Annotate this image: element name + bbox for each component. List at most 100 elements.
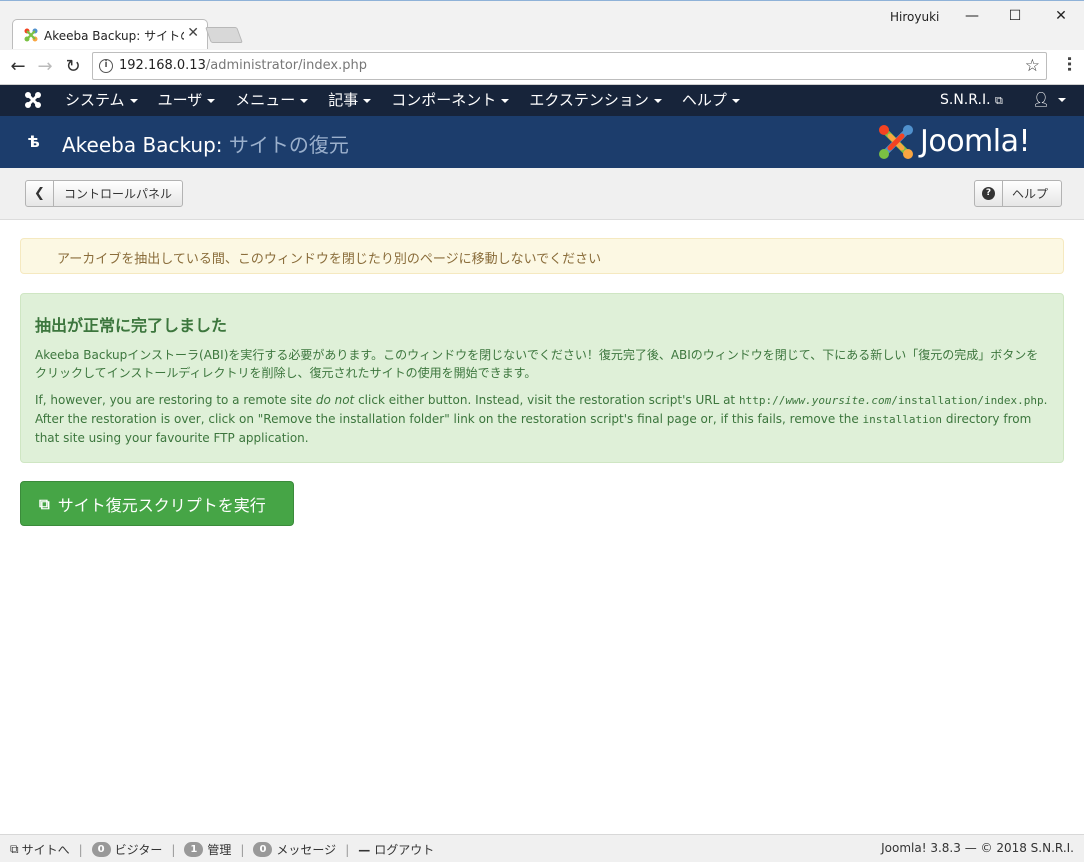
question-icon: ? <box>975 181 1003 206</box>
success-alert: 抽出が正常に完了しました Akeeba Backupインストーラ(ABI)を実行… <box>20 293 1064 463</box>
success-instructions-en: If, however, you are restoring to a remo… <box>35 391 1049 447</box>
joomla-favicon-icon <box>24 28 38 42</box>
logout-label: ログアウト <box>374 843 435 857</box>
tab-close-icon[interactable]: ✕ <box>187 25 199 41</box>
caret-down-icon <box>1057 98 1066 102</box>
run-restoration-button[interactable]: ⧉ サイト復元スクリプトを実行 <box>20 481 294 526</box>
site-link[interactable]: S.N.R.I. ⧉ <box>940 85 1003 116</box>
forward-arrow-icon[interactable]: → <box>33 55 57 79</box>
url-code: http:// <box>738 394 786 407</box>
joomla-brand-text: Joomla! <box>920 124 1031 159</box>
minimize-icon[interactable]: — <box>955 4 989 28</box>
url-host: 192.168.0.13 <box>119 58 206 73</box>
url-code-host: www.yoursite.com <box>785 394 892 407</box>
browser-titlebar: Akeeba Backup: サイトの復 ✕ Hiroyuki — ☐ ✕ <box>0 0 1084 50</box>
url-text[interactable]: 192.168.0.13/administrator/index.php <box>119 58 367 73</box>
text-segment: click either button. Instead, visit the … <box>354 393 739 407</box>
url-code-path: /installation/index.php <box>891 394 1044 407</box>
menu-help[interactable]: ヘルプ <box>672 85 750 116</box>
tab-title: Akeeba Backup: サイトの復 <box>44 29 184 43</box>
menu-menus-label: メニュー <box>235 91 296 109</box>
browser-toolbar: ← → ↻ i 192.168.0.13/administrator/index… <box>0 50 1084 85</box>
divider: | <box>240 842 245 857</box>
menu-components[interactable]: コンポーネント <box>381 85 519 116</box>
directory-code: installation <box>862 413 943 426</box>
page-title-main: Akeeba Backup: <box>62 133 223 157</box>
chevron-left-icon: ❮ <box>26 181 54 206</box>
copyright-text: — © 2018 S.N.R.I. <box>964 841 1074 855</box>
browser-tab[interactable]: Akeeba Backup: サイトの復 ✕ <box>12 19 208 49</box>
menu-help-label: ヘルプ <box>681 91 727 109</box>
admins-label: 管理 <box>207 843 232 857</box>
messages-link[interactable]: 0 メッセージ <box>253 841 336 858</box>
url-path: /administrator/index.php <box>205 58 367 73</box>
visitors-link[interactable]: 0 ビジター <box>91 841 162 858</box>
close-window-icon[interactable]: ✕ <box>1044 4 1078 28</box>
info-icon[interactable]: i <box>99 59 113 73</box>
divider: | <box>78 842 83 857</box>
akeeba-icon: ѣ <box>28 132 40 151</box>
success-instructions-ja: Akeeba Backupインストーラ(ABI)を実行する必要があります。このウ… <box>35 348 1039 380</box>
menu-system[interactable]: システム <box>55 85 148 116</box>
menu-menus[interactable]: メニュー <box>225 85 318 116</box>
caret-down-icon <box>501 98 510 103</box>
help-button[interactable]: ? ヘルプ <box>974 180 1063 207</box>
help-label: ヘルプ <box>1012 187 1049 201</box>
bookmark-star-icon[interactable]: ☆ <box>1025 56 1040 76</box>
site-name: S.N.R.I. <box>940 92 991 108</box>
back-arrow-icon[interactable]: ← <box>6 55 30 79</box>
messages-label: メッセージ <box>276 843 337 857</box>
caret-down-icon <box>300 98 309 103</box>
admins-count-badge: 1 <box>184 842 204 857</box>
visitors-count-badge: 0 <box>91 842 111 857</box>
divider: | <box>171 842 176 857</box>
view-site-label: サイトへ <box>21 843 70 857</box>
caret-down-icon <box>731 98 740 103</box>
toolbar: ❮ コントロールパネル ? ヘルプ <box>0 168 1084 220</box>
external-share-icon: ⧉ <box>39 494 50 513</box>
control-panel-label: コントロールパネル <box>64 187 173 201</box>
admins-link[interactable]: 1 管理 <box>184 841 231 858</box>
menu-components-label: コンポーネント <box>391 91 497 109</box>
view-site-link[interactable]: ⧉ サイトへ <box>10 841 70 858</box>
external-link-icon: ⧉ <box>10 842 19 856</box>
menu-content-label: 記事 <box>328 91 359 109</box>
text-segment: If, however, you are restoring to a remo… <box>35 393 316 407</box>
menu-users[interactable]: ユーザ <box>148 85 226 116</box>
user-menu[interactable]: 👤︎ <box>1032 85 1066 116</box>
joomla-brand-logo-icon <box>879 125 913 159</box>
page-title: Akeeba Backup: サイトの復元 <box>62 129 349 158</box>
page-header: ѣ Akeeba Backup: サイトの復元 Joomla! <box>0 116 1084 168</box>
caret-down-icon <box>363 98 372 103</box>
menu-content[interactable]: 記事 <box>318 85 381 116</box>
run-restoration-label: サイト復元スクリプトを実行 <box>57 495 266 515</box>
menu-system-label: システム <box>65 91 125 109</box>
admin-navbar: システム ユーザ メニュー 記事 コンポーネント エクステンション ヘルプ S.… <box>0 85 1084 116</box>
browser-menu-icon[interactable]: ⋯ <box>1060 56 1079 70</box>
version-text: Joomla! 3.8.3 <box>881 841 961 855</box>
caret-down-icon <box>653 98 662 103</box>
user-icon: 👤︎ <box>1032 92 1050 108</box>
logout-link[interactable]: — ログアウト <box>358 841 434 858</box>
menu-extensions[interactable]: エクステンション <box>519 85 672 116</box>
success-title: 抽出が正常に完了しました <box>35 316 228 335</box>
menu-extensions-label: エクステンション <box>529 91 649 109</box>
divider: | <box>345 842 350 857</box>
admin-menu: システム ユーザ メニュー 記事 コンポーネント エクステンション ヘルプ <box>55 85 750 116</box>
control-panel-button[interactable]: ❮ コントロールパネル <box>25 180 184 207</box>
footer-version: Joomla! 3.8.3 — © 2018 S.N.R.I. <box>881 841 1074 855</box>
address-bar[interactable]: i 192.168.0.13/administrator/index.php ☆ <box>92 52 1047 80</box>
maximize-icon[interactable]: ☐ <box>998 4 1032 28</box>
caret-down-icon <box>207 98 216 103</box>
page-subtitle: サイトの復元 <box>228 133 349 157</box>
warning-text: アーカイブを抽出している間、このウィンドウを閉じたり別のページに移動しないでくだ… <box>57 252 602 267</box>
warning-alert: アーカイブを抽出している間、このウィンドウを閉じたり別のページに移動しないでくだ… <box>20 238 1064 274</box>
new-tab-button[interactable] <box>205 27 243 43</box>
external-link-icon: ⧉ <box>994 94 1003 107</box>
reload-icon[interactable]: ↻ <box>61 55 85 79</box>
profile-name[interactable]: Hiroyuki <box>890 10 939 24</box>
status-bar: ⧉ サイトへ | 0 ビジター | 1 管理 | 0 メッセージ | — ログアウト Jo… <box>0 834 1084 862</box>
menu-users-label: ユーザ <box>157 91 203 109</box>
caret-down-icon <box>129 98 138 103</box>
joomla-logo-icon[interactable] <box>24 91 42 109</box>
